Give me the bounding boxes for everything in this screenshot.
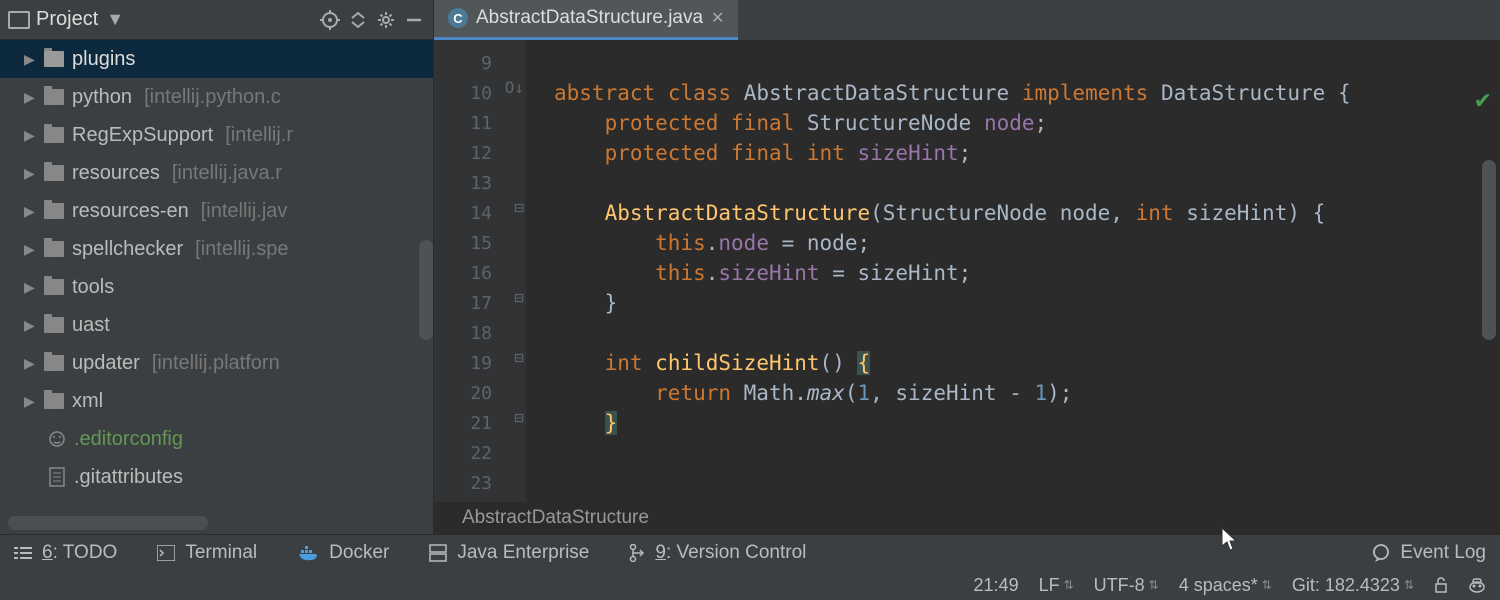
tool-todo[interactable]: 6: TODO: [14, 542, 117, 564]
tree-folder-python[interactable]: ▶ python [intellij.python.c: [0, 78, 433, 116]
line-number[interactable]: 15: [434, 228, 526, 258]
list-icon: [14, 545, 32, 561]
status-git-branch[interactable]: Git: 182.4323⇅: [1292, 575, 1414, 596]
expand-arrow-icon[interactable]: ▶: [24, 279, 36, 296]
folder-icon: [44, 127, 64, 143]
folder-icon: [44, 203, 64, 219]
code-editor[interactable]: abstract class AbstractDataStructure imp…: [526, 40, 1500, 502]
tool-java-enterprise[interactable]: Java Enterprise: [429, 542, 589, 564]
expand-arrow-icon[interactable]: ▶: [24, 241, 36, 258]
editor-area: C AbstractDataStructure.java ✕ 9 10O↓ 11…: [434, 0, 1500, 534]
branch-icon: [629, 544, 645, 562]
line-number[interactable]: 18: [434, 318, 526, 348]
override-marker-icon[interactable]: O↓: [505, 78, 524, 97]
folder-icon: [44, 279, 64, 295]
status-caret-position[interactable]: 21:49: [974, 575, 1019, 596]
target-icon[interactable]: [319, 9, 341, 31]
project-tree[interactable]: ▶ plugins ▶ python [intellij.python.c ▶ …: [0, 40, 433, 512]
expand-arrow-icon[interactable]: ▶: [24, 355, 36, 372]
fold-marker-icon[interactable]: ⊟: [514, 198, 524, 217]
tree-folder-updater[interactable]: ▶ updater [intellij.platforn: [0, 344, 433, 382]
expand-arrow-icon[interactable]: ▶: [24, 165, 36, 182]
inspection-ok-icon[interactable]: ✔: [1474, 88, 1492, 114]
line-number[interactable]: 9: [434, 48, 526, 78]
status-line-ending[interactable]: LF⇅: [1039, 575, 1074, 596]
line-number[interactable]: 20: [434, 378, 526, 408]
docker-icon: [297, 544, 319, 562]
folder-icon: [44, 317, 64, 333]
tool-terminal[interactable]: Terminal: [157, 542, 257, 564]
editor-tab-bar: C AbstractDataStructure.java ✕: [434, 0, 1500, 40]
expand-arrow-icon[interactable]: ▶: [24, 393, 36, 410]
status-lock-icon[interactable]: [1434, 577, 1448, 593]
line-number[interactable]: 17⊟: [434, 288, 526, 318]
tree-folder-xml[interactable]: ▶ xml: [0, 382, 433, 420]
bottom-tool-window-bar: 6: TODO Terminal Docker Java Enterprise …: [0, 534, 1500, 570]
server-icon: [429, 544, 447, 562]
status-bar: 21:49 LF⇅ UTF-8⇅ 4 spaces*⇅ Git: 182.432…: [0, 570, 1500, 600]
expand-arrow-icon[interactable]: ▶: [24, 127, 36, 144]
line-number[interactable]: 12: [434, 138, 526, 168]
text-file-icon: [48, 467, 66, 487]
expand-arrow-icon[interactable]: ▶: [24, 317, 36, 334]
tool-version-control[interactable]: 9: Version Control: [629, 542, 806, 564]
tree-file-gitattributes[interactable]: .gitattributes: [0, 458, 433, 496]
sidebar-scrollbar[interactable]: [419, 240, 433, 340]
java-class-icon: C: [448, 8, 468, 28]
settings-gear-icon[interactable]: [375, 9, 397, 31]
close-tab-icon[interactable]: ✕: [711, 8, 724, 28]
expand-arrow-icon[interactable]: ▶: [24, 89, 36, 106]
folder-icon: [44, 165, 64, 181]
tree-folder-plugins[interactable]: ▶ plugins: [0, 40, 433, 78]
tool-docker[interactable]: Docker: [297, 542, 389, 564]
project-title[interactable]: Project: [36, 8, 98, 31]
tab-label: AbstractDataStructure.java: [476, 7, 703, 29]
line-number[interactable]: 22: [434, 438, 526, 468]
fold-marker-icon[interactable]: ⊟: [514, 348, 524, 367]
line-number[interactable]: 19⊟: [434, 348, 526, 378]
tree-folder-tools[interactable]: ▶ tools: [0, 268, 433, 306]
tree-folder-resources[interactable]: ▶ resources [intellij.java.r: [0, 154, 433, 192]
folder-icon: [44, 241, 64, 257]
status-inspector-icon[interactable]: [1468, 577, 1486, 593]
expand-arrow-icon[interactable]: ▶: [24, 51, 36, 68]
line-number[interactable]: 23: [434, 468, 526, 498]
mouse-cursor-icon: [1220, 526, 1240, 552]
editor-tab-abstractdatastructure[interactable]: C AbstractDataStructure.java ✕: [434, 0, 738, 40]
line-number[interactable]: 11: [434, 108, 526, 138]
line-number[interactable]: 21⊟: [434, 408, 526, 438]
tree-folder-uast[interactable]: ▶ uast: [0, 306, 433, 344]
project-window-icon: [8, 11, 30, 29]
sidebar-hscrollbar[interactable]: [8, 516, 208, 530]
expand-arrow-icon[interactable]: ▶: [24, 203, 36, 220]
status-indent[interactable]: 4 spaces*⇅: [1179, 575, 1272, 596]
chat-bubble-icon: [1372, 544, 1390, 562]
folder-icon: [44, 51, 64, 67]
minimize-icon[interactable]: [403, 9, 425, 31]
tool-event-log[interactable]: Event Log: [1372, 542, 1486, 564]
status-encoding[interactable]: UTF-8⇅: [1094, 575, 1159, 596]
editorconfig-file-icon: [48, 429, 66, 449]
editor-scrollbar[interactable]: [1482, 160, 1496, 340]
line-number[interactable]: 14⊟: [434, 198, 526, 228]
editor-breadcrumb[interactable]: AbstractDataStructure: [434, 502, 1500, 534]
collapse-all-icon[interactable]: [347, 9, 369, 31]
terminal-icon: [157, 545, 175, 561]
project-sidebar: Project ▼ ▶ p: [0, 0, 434, 534]
line-number[interactable]: 13: [434, 168, 526, 198]
project-dropdown-icon[interactable]: ▼: [106, 9, 124, 30]
tree-folder-regexpsupport[interactable]: ▶ RegExpSupport [intellij.r: [0, 116, 433, 154]
tree-file-editorconfig[interactable]: .editorconfig: [0, 420, 433, 458]
folder-icon: [44, 355, 64, 371]
fold-marker-icon[interactable]: ⊟: [514, 288, 524, 307]
line-number[interactable]: 10O↓: [434, 78, 526, 108]
folder-icon: [44, 89, 64, 105]
editor-gutter[interactable]: 9 10O↓ 11 12 13 14⊟ 15 16 17⊟ 18 19⊟ 20 …: [434, 40, 526, 502]
tree-folder-spellchecker[interactable]: ▶ spellchecker [intellij.spe: [0, 230, 433, 268]
fold-marker-icon[interactable]: ⊟: [514, 408, 524, 427]
line-number[interactable]: 16: [434, 258, 526, 288]
folder-icon: [44, 393, 64, 409]
tree-folder-resources-en[interactable]: ▶ resources-en [intellij.jav: [0, 192, 433, 230]
project-toolbar: Project ▼: [0, 0, 433, 40]
